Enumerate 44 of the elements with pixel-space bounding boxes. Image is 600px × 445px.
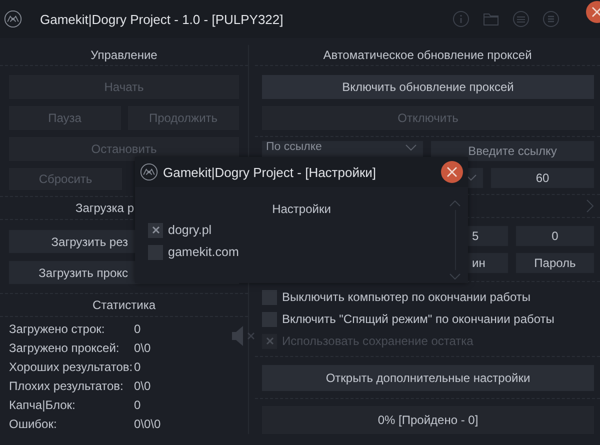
checkbox-label: Включить "Спящий режим" по окончании работы <box>282 312 554 326</box>
chevron-down-icon[interactable] <box>449 273 461 281</box>
input-field[interactable]: Введите ссылку <box>431 141 594 161</box>
button[interactable]: Пароль <box>516 253 594 273</box>
button[interactable]: Включить обновление проксей <box>262 75 594 99</box>
section-title: Автоматическое обновление проксей <box>255 45 600 66</box>
logo-icon <box>4 10 22 28</box>
stat-label: Капча|Блок: <box>9 397 76 414</box>
stat-value: 0 <box>134 321 141 338</box>
chevron-right-icon[interactable] <box>586 199 594 213</box>
cross-icon <box>150 225 160 235</box>
dialog-title: Gamekit|Dogry Project - [Настройки] <box>163 164 376 180</box>
progress-text: 0% [Пройдено - 0] <box>378 413 478 427</box>
logo-icon <box>140 163 158 181</box>
menu-icon[interactable] <box>542 10 560 28</box>
checkbox[interactable] <box>262 290 277 304</box>
chevron-up-icon[interactable] <box>449 199 461 207</box>
section-title: Статистика <box>0 294 248 317</box>
muted-speaker-icon[interactable] <box>230 325 257 347</box>
list-icon[interactable] <box>512 10 530 28</box>
stat-value: 0\0 <box>134 378 151 395</box>
input-field[interactable]: 60 <box>491 168 594 188</box>
window-title: Gamekit|Dogry Project - 1.0 - [PULPY322] <box>40 12 284 26</box>
stat-value: 0 <box>134 359 141 376</box>
scrollbar[interactable] <box>448 199 462 281</box>
section-title: Управление <box>0 45 248 66</box>
chevron-down-icon[interactable] <box>405 144 417 152</box>
stat-label: Загружено проксей: <box>9 340 120 357</box>
stat-label: Загружено строк: <box>9 321 106 338</box>
input-field[interactable]: 0 <box>516 226 594 246</box>
checkbox-label: Выключить компьютер по окончании работы <box>282 290 531 304</box>
stat-label: Хороших результатов: <box>9 359 134 376</box>
button[interactable]: Открыть дополнительные настройки <box>262 365 594 391</box>
stat-value: 0\0 <box>134 340 151 357</box>
chevron-down-icon[interactable] <box>465 174 477 182</box>
stat-label: Ошибок: <box>9 416 58 433</box>
stat-label: Плохих результатов: <box>9 378 124 395</box>
close-icon[interactable] <box>441 161 463 183</box>
cross-icon <box>264 336 274 346</box>
stat-value: 0 <box>134 397 141 414</box>
info-icon[interactable] <box>452 10 470 28</box>
stat-value: 0\0\0 <box>134 416 161 433</box>
section-title: Настройки <box>271 201 332 218</box>
checkbox[interactable] <box>148 222 163 238</box>
